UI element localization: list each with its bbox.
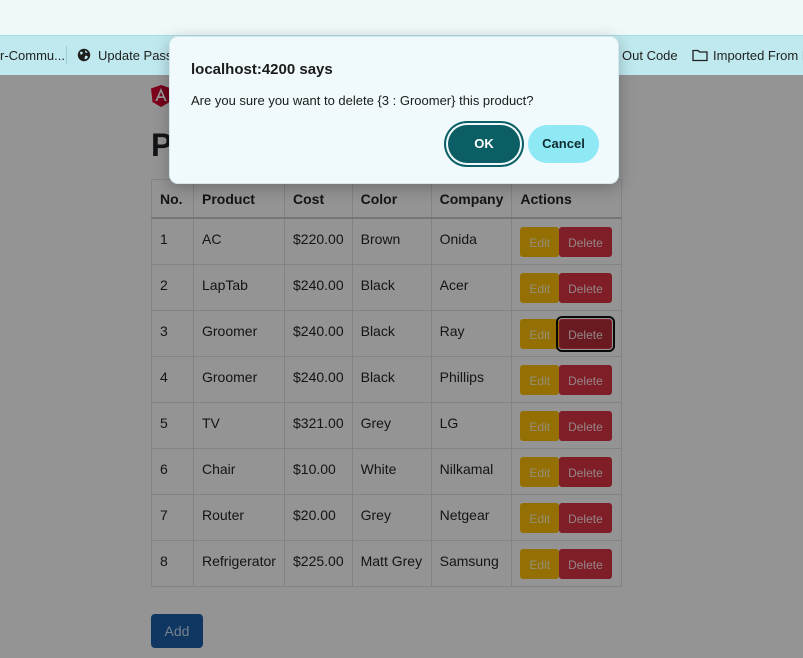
bookmark-item[interactable]: Update Passw xyxy=(77,36,182,74)
browser-top-strip xyxy=(0,0,803,35)
confirm-dialog: localhost:4200 says Are you sure you wan… xyxy=(169,36,619,184)
bookmark-label: Imported From F xyxy=(713,47,803,63)
cancel-button[interactable]: Cancel xyxy=(528,125,599,163)
bookmark-label: Out Code xyxy=(622,47,678,63)
dialog-message: Are you sure you want to delete {3 : Gro… xyxy=(191,93,534,108)
bookmark-item[interactable]: r-Commu... xyxy=(0,36,65,74)
globe-icon xyxy=(77,48,91,62)
folder-icon xyxy=(692,48,708,62)
bookmark-separator xyxy=(66,46,67,64)
ok-button[interactable]: OK xyxy=(448,125,520,163)
dialog-title: localhost:4200 says xyxy=(191,61,333,78)
bookmark-label: r-Commu... xyxy=(0,47,65,63)
bookmark-folder[interactable]: Imported From F xyxy=(692,36,803,74)
bookmark-item[interactable]: Out Code xyxy=(622,36,678,74)
